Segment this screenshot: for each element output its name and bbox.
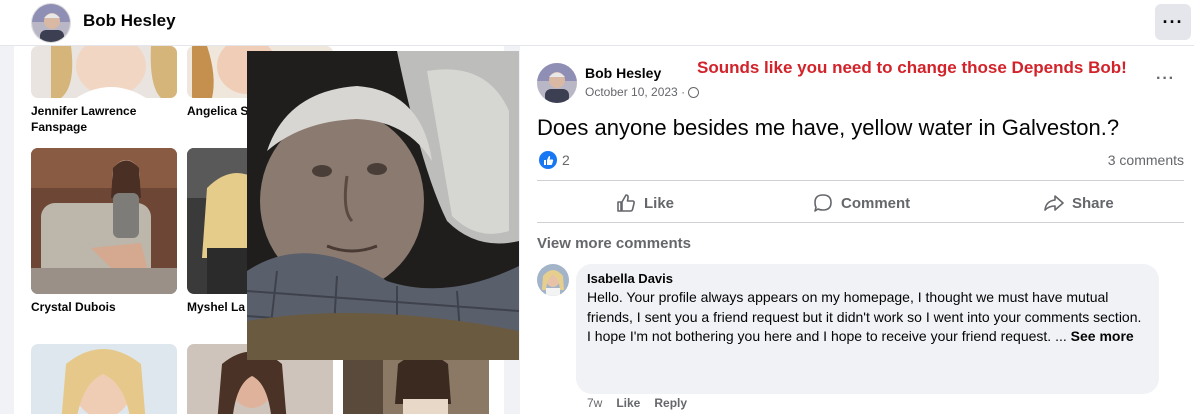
comment-icon (814, 194, 832, 212)
comment-meta: 7w Like Reply (587, 396, 687, 410)
friend-name[interactable]: Angelica S (187, 103, 247, 119)
comment-reply-button[interactable]: Reply (654, 396, 687, 410)
more-options-button[interactable]: ··· (1155, 4, 1191, 40)
comment-paragraph-text: I hope I'm not bothering you here and I … (587, 328, 1067, 344)
profile-name[interactable]: Bob Hesley (83, 11, 176, 31)
globe-icon (688, 86, 700, 98)
thumbs-up-icon (617, 194, 635, 212)
share-label: Share (1072, 194, 1114, 212)
share-icon (1044, 195, 1064, 211)
friend-name[interactable]: Myshel La (187, 299, 247, 315)
commenter-name[interactable]: Isabella Davis (587, 271, 673, 286)
view-more-comments-link[interactable]: View more comments (537, 235, 691, 252)
divider (537, 222, 1184, 223)
post-photo[interactable] (247, 51, 519, 360)
comments-count[interactable]: 3 comments (1108, 152, 1184, 168)
friend-name[interactable]: Crystal Dubois (31, 299, 177, 315)
post-timestamp[interactable]: October 10, 2023 · (585, 85, 700, 99)
comment-paragraph: I hope I'm not bothering you here and I … (587, 327, 1147, 347)
post-body: Does anyone besides me have, yellow wate… (537, 115, 1120, 140)
friend-photo[interactable] (31, 46, 177, 98)
friend-photo[interactable] (31, 148, 177, 294)
comment-paragraph: Hello. Your profile always appears on my… (587, 289, 1142, 325)
profile-avatar[interactable] (31, 3, 71, 43)
post-author-avatar[interactable] (537, 63, 577, 103)
like-button[interactable]: Like (616, 190, 674, 216)
see-more-link[interactable]: See more (1071, 328, 1134, 344)
post-date-text[interactable]: October 10, 2023 · (585, 85, 685, 99)
share-button[interactable]: Share (1044, 190, 1114, 216)
comment-label: Comment (841, 194, 911, 212)
friend-name[interactable]: Jennifer Lawrence Fanspage (31, 103, 177, 135)
like-label: Like (644, 194, 675, 212)
comment-like-button[interactable]: Like (616, 396, 640, 410)
post-author-name[interactable]: Bob Hesley (585, 65, 661, 81)
comment-button[interactable]: Comment (813, 190, 910, 216)
comment-text: Hello. Your profile always appears on my… (587, 288, 1147, 347)
post-options-button[interactable]: ··· (1156, 70, 1175, 88)
divider (537, 180, 1184, 181)
annotation-text: Sounds like you need to change those Dep… (697, 58, 1127, 77)
friend-photo[interactable] (31, 344, 177, 414)
like-reaction-icon[interactable] (539, 151, 557, 169)
comment-time[interactable]: 7w (587, 396, 602, 410)
profile-header: Bob Hesley ··· (0, 0, 1194, 46)
commenter-avatar[interactable] (537, 264, 569, 296)
reaction-count[interactable]: 2 (562, 152, 570, 168)
